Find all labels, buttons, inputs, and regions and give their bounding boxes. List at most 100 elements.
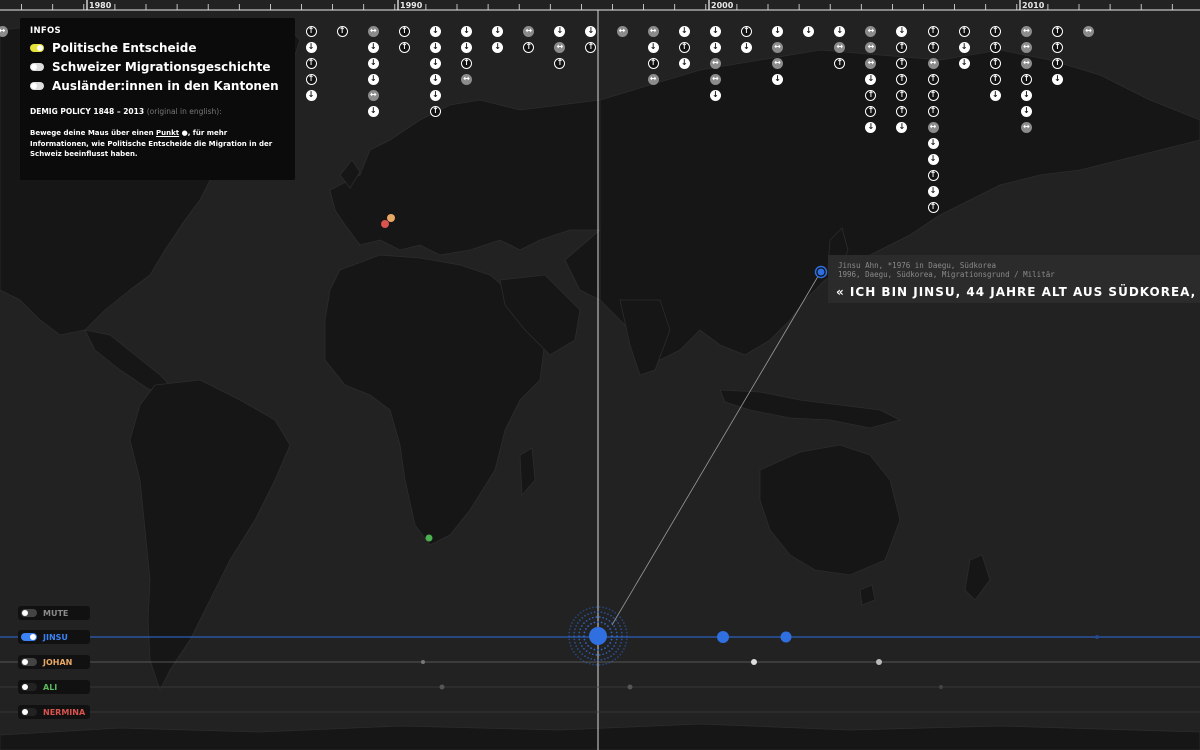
policy-restrictive-icon[interactable]: ↓ — [678, 57, 690, 69]
policy-restrictive-icon[interactable]: ↓ — [927, 153, 939, 165]
policy-restrictive-icon[interactable]: ↓ — [896, 121, 908, 133]
policy-liberal-icon[interactable]: ↑ — [1051, 41, 1063, 53]
policy-restrictive-icon[interactable]: ↓ — [709, 25, 721, 37]
policy-neutral-icon[interactable]: ↔ — [709, 73, 721, 85]
policy-restrictive-icon[interactable]: ↓ — [305, 41, 317, 53]
policy-neutral-icon[interactable]: ↔ — [865, 41, 877, 53]
policy-neutral-icon[interactable]: ↔ — [647, 25, 659, 37]
policy-restrictive-icon[interactable]: ↓ — [305, 89, 317, 101]
person-toggle-mute[interactable]: MUTE — [18, 606, 90, 620]
policy-restrictive-icon[interactable]: ↓ — [585, 25, 597, 37]
johan-event[interactable] — [421, 660, 425, 664]
policy-liberal-icon[interactable]: ↑ — [429, 105, 441, 117]
policy-restrictive-icon[interactable]: ↓ — [772, 73, 783, 85]
policy-neutral-icon[interactable]: ↔ — [1020, 121, 1032, 133]
policy-neutral-icon[interactable]: ↔ — [647, 73, 659, 85]
policy-liberal-icon[interactable]: ↑ — [305, 25, 317, 37]
policy-restrictive-icon[interactable]: ↓ — [958, 57, 970, 69]
policy-liberal-icon[interactable]: ↑ — [989, 57, 1001, 69]
policy-restrictive-icon[interactable]: ↓ — [367, 105, 379, 117]
jinsu-event[interactable] — [780, 631, 792, 643]
policy-restrictive-icon[interactable]: ↓ — [709, 89, 721, 101]
marker-ali[interactable] — [425, 534, 433, 542]
switch-icon[interactable] — [21, 708, 37, 716]
policy-restrictive-icon[interactable]: ↓ — [1020, 89, 1032, 101]
policy-restrictive-icon[interactable]: ↓ — [896, 25, 908, 37]
policy-liberal-icon[interactable]: ↑ — [585, 41, 597, 53]
policy-neutral-icon[interactable]: ↔ — [461, 73, 472, 85]
jinsu-event[interactable] — [1095, 635, 1099, 639]
policy-neutral-icon[interactable]: ↔ — [865, 25, 877, 37]
policy-restrictive-icon[interactable]: ↓ — [554, 25, 566, 37]
policy-liberal-icon[interactable]: ↑ — [896, 105, 908, 117]
marker-nermina[interactable] — [381, 220, 389, 228]
policy-liberal-icon[interactable]: ↑ — [554, 57, 566, 69]
policy-liberal-icon[interactable]: ↑ — [305, 73, 317, 85]
policy-liberal-icon[interactable]: ↑ — [865, 105, 877, 117]
person-toggle-johan[interactable]: JOHAN — [18, 655, 90, 669]
policy-neutral-icon[interactable]: ↔ — [709, 57, 721, 69]
policy-restrictive-icon[interactable]: ↓ — [367, 41, 379, 53]
policy-restrictive-icon[interactable]: ↓ — [1051, 73, 1063, 85]
policy-restrictive-icon[interactable]: ↓ — [429, 57, 441, 69]
policy-restrictive-icon[interactable]: ↓ — [678, 25, 690, 37]
policy-neutral-icon[interactable]: ↔ — [865, 57, 877, 69]
policy-liberal-icon[interactable]: ↑ — [305, 57, 317, 69]
policy-restrictive-icon[interactable]: ↓ — [740, 41, 752, 53]
policy-liberal-icon[interactable]: ↑ — [896, 89, 908, 101]
policy-neutral-icon[interactable]: ↔ — [616, 25, 628, 37]
policy-restrictive-icon[interactable]: ↓ — [429, 73, 441, 85]
policy-liberal-icon[interactable]: ↑ — [647, 57, 659, 69]
policy-neutral-icon[interactable]: ↔ — [1083, 25, 1094, 37]
policy-liberal-icon[interactable]: ↑ — [740, 25, 752, 37]
policy-liberal-icon[interactable]: ↑ — [1051, 57, 1063, 69]
jinsu-event[interactable] — [717, 631, 729, 643]
policy-restrictive-icon[interactable]: ↓ — [927, 137, 939, 149]
switch-icon[interactable] — [21, 683, 37, 691]
policy-restrictive-icon[interactable]: ↓ — [461, 41, 472, 53]
toggle-switch[interactable] — [30, 62, 44, 71]
policy-restrictive-icon[interactable]: ↓ — [492, 41, 504, 53]
policy-liberal-icon[interactable]: ↑ — [398, 25, 410, 37]
johan-event[interactable] — [751, 659, 757, 665]
toggle-switch[interactable] — [30, 43, 44, 52]
switch-icon[interactable] — [21, 633, 37, 641]
policy-neutral-icon[interactable]: ↔ — [367, 89, 379, 101]
policy-neutral-icon[interactable]: ↔ — [1020, 57, 1032, 69]
policy-liberal-icon[interactable]: ↑ — [927, 25, 939, 37]
policy-restrictive-icon[interactable]: ↓ — [647, 41, 659, 53]
policy-restrictive-icon[interactable]: ↓ — [989, 89, 1001, 101]
policy-liberal-icon[interactable]: ↑ — [989, 25, 1001, 37]
policy-restrictive-icon[interactable]: ↓ — [367, 57, 379, 69]
policy-liberal-icon[interactable]: ↑ — [958, 25, 970, 37]
policy-liberal-icon[interactable]: ↑ — [398, 41, 410, 53]
switch-icon[interactable] — [21, 658, 37, 666]
policy-neutral-icon[interactable]: ↔ — [367, 25, 379, 37]
toggle-switch[interactable] — [30, 81, 44, 90]
ali-event[interactable] — [627, 684, 633, 690]
policy-restrictive-icon[interactable]: ↓ — [367, 73, 379, 85]
policy-liberal-icon[interactable]: ↑ — [336, 25, 348, 37]
policy-liberal-icon[interactable]: ↑ — [834, 57, 846, 69]
jinsu-current-event[interactable] — [589, 627, 607, 645]
policy-neutral-icon[interactable]: ↔ — [1020, 41, 1032, 53]
policy-liberal-icon[interactable]: ↑ — [927, 169, 939, 181]
policy-liberal-icon[interactable]: ↑ — [896, 57, 908, 69]
policy-liberal-icon[interactable]: ↑ — [896, 41, 908, 53]
layer-toggle-politische-entscheide[interactable]: Politische Entscheide — [30, 40, 285, 55]
policy-restrictive-icon[interactable]: ↓ — [429, 25, 441, 37]
johan-event[interactable] — [876, 659, 882, 665]
policy-liberal-icon[interactable]: ↑ — [523, 41, 535, 53]
policy-liberal-icon[interactable]: ↑ — [927, 73, 939, 85]
policy-liberal-icon[interactable]: ↑ — [1051, 25, 1063, 37]
policy-neutral-icon[interactable]: ↔ — [772, 57, 783, 69]
policy-liberal-icon[interactable]: ↑ — [678, 41, 690, 53]
policy-neutral-icon[interactable]: ↔ — [1020, 25, 1032, 37]
policy-restrictive-icon[interactable]: ↓ — [865, 73, 877, 85]
policy-liberal-icon[interactable]: ↑ — [865, 89, 877, 101]
policy-neutral-icon[interactable]: ↔ — [927, 57, 939, 69]
person-toggle-nermina[interactable]: NERMINA — [18, 705, 90, 719]
policy-restrictive-icon[interactable]: ↓ — [429, 89, 441, 101]
policy-restrictive-icon[interactable]: ↓ — [1020, 105, 1032, 117]
policy-neutral-icon[interactable]: ↔ — [0, 25, 8, 37]
